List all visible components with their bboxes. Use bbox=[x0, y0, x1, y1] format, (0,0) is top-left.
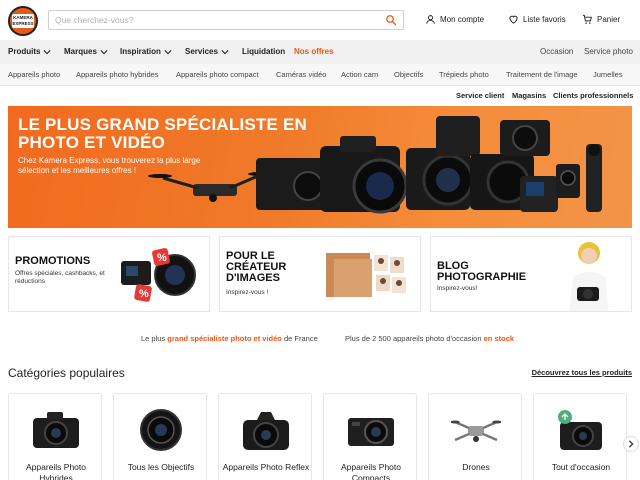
subnav-item[interactable]: Jumelles bbox=[593, 70, 623, 79]
drone-icon bbox=[451, 420, 501, 442]
photographer-image bbox=[569, 242, 609, 311]
subnav-item[interactable]: Appareils photo hybrides bbox=[76, 70, 159, 79]
nav-item-marques[interactable]: Marques bbox=[64, 47, 108, 56]
category-card-compact[interactable]: Appareils Photo Compacts bbox=[323, 393, 417, 480]
chevron-down-icon bbox=[43, 49, 52, 54]
nav-label: Nos offres bbox=[294, 47, 334, 56]
info-specialist: Le plus grand spécialiste photo et vidéo… bbox=[141, 334, 318, 343]
chevron-right-icon bbox=[628, 440, 634, 448]
promo-subtitle: Inspirez-vous ! bbox=[226, 289, 269, 296]
all-products-link[interactable]: Découvrez tous les produits bbox=[532, 368, 632, 377]
nav-service-photo[interactable]: Service photo bbox=[584, 47, 633, 56]
chevron-down-icon bbox=[164, 49, 172, 54]
cart-icon bbox=[582, 14, 592, 24]
photo-prints-image bbox=[326, 253, 406, 297]
subnav-item[interactable]: Action cam bbox=[341, 70, 378, 79]
nav-label: Marques bbox=[64, 47, 97, 56]
subnav-item[interactable]: Appareils photo bbox=[8, 70, 60, 79]
wishlist-label: Liste favoris bbox=[523, 15, 566, 24]
lens-icon bbox=[140, 409, 182, 451]
category-card-used[interactable]: Tout d'occasion bbox=[533, 393, 627, 480]
carousel-next-button[interactable] bbox=[623, 436, 639, 452]
nav-item-liquidation[interactable]: Liquidation bbox=[242, 47, 285, 56]
category-label: Tout d'occasion bbox=[551, 462, 611, 472]
nav-label: Produits bbox=[8, 47, 41, 56]
drone-illustration bbox=[148, 172, 272, 202]
subnav-item[interactable]: Appareils photo compact bbox=[176, 70, 259, 79]
camera-lineup-image bbox=[148, 116, 602, 214]
category-card-reflex[interactable]: Appareils Photo Reflex bbox=[218, 393, 312, 480]
subnav-item[interactable]: Trépieds photo bbox=[439, 70, 489, 79]
info-text: de France bbox=[283, 334, 318, 343]
sub-nav: Appareils photo Appareils photo hybrides… bbox=[0, 64, 640, 86]
compact-camera-icon bbox=[348, 418, 394, 446]
nav-item-services[interactable]: Services bbox=[185, 47, 229, 56]
promo-title: BLOG PHOTOGRAPHIE bbox=[437, 260, 527, 283]
wishlist-link[interactable]: Liste favoris bbox=[508, 14, 566, 25]
category-label: Tous les Objectifs bbox=[127, 462, 195, 472]
nav-label: Inspiration bbox=[120, 47, 161, 56]
logo-text: KAMERA EXPRESS bbox=[12, 14, 34, 28]
subnav-item[interactable]: Objectifs bbox=[394, 70, 423, 79]
mirrorless-camera-icon bbox=[33, 412, 79, 448]
promo-subtitle: Inspirez-vous! bbox=[437, 285, 478, 292]
heart-icon bbox=[509, 15, 518, 24]
category-card-hybrid[interactable]: Appareils Photo Hybrides bbox=[8, 393, 102, 480]
info-highlight: grand spécialiste photo et vidéo bbox=[167, 334, 282, 343]
promo-card-blog[interactable]: BLOG PHOTOGRAPHIE Inspirez-vous! bbox=[430, 236, 632, 312]
promo-card-creator[interactable]: POUR LE CRÉATEUR D'IMAGES Inspirez-vous … bbox=[219, 236, 421, 312]
cart-label: Panier bbox=[597, 15, 621, 24]
category-label: Appareils Photo Reflex bbox=[222, 462, 310, 472]
info-text: Plus de 2 500 appareils photo d'occasion bbox=[345, 334, 482, 343]
category-label: Drones bbox=[462, 462, 490, 472]
used-camera-icon bbox=[558, 410, 602, 450]
kamera-express-logo[interactable]: KAMERA EXPRESS bbox=[8, 6, 38, 36]
category-label: Appareils Photo Hybrides bbox=[25, 462, 86, 480]
site-header: KAMERA EXPRESS Mon compte Liste favoris … bbox=[0, 0, 640, 40]
svg-text:%: % bbox=[157, 252, 167, 264]
promo-title: PROMOTIONS bbox=[15, 255, 91, 267]
info-highlight: en stock bbox=[483, 334, 515, 343]
chevron-down-icon bbox=[100, 49, 108, 54]
categories-heading: Catégories populaires bbox=[8, 366, 125, 380]
dslr-camera-icon bbox=[243, 412, 289, 450]
nav-label: Liquidation bbox=[242, 47, 286, 56]
service-client-link[interactable]: Service client bbox=[456, 91, 504, 100]
promo-title: POUR LE CRÉATEUR D'IMAGES bbox=[226, 250, 287, 284]
search-icon[interactable] bbox=[385, 14, 397, 26]
category-label: Appareils Photo Compacts bbox=[340, 462, 401, 480]
chevron-down-icon bbox=[221, 49, 229, 54]
subnav-item[interactable]: Traitement de l'image bbox=[506, 70, 578, 79]
hero-banner[interactable]: LE PLUS GRAND SPÉCIALISTE EN PHOTO ET VI… bbox=[8, 106, 632, 228]
nav-item-produits[interactable]: Produits bbox=[8, 47, 52, 56]
main-nav: Produits Marques Inspiration Services Li… bbox=[0, 40, 640, 64]
search-input[interactable] bbox=[49, 11, 369, 29]
user-icon bbox=[426, 15, 435, 24]
svg-text:%: % bbox=[139, 288, 149, 300]
nav-item-offers[interactable]: Nos offres bbox=[294, 47, 334, 56]
info-text: Le plus bbox=[141, 334, 166, 343]
promo-subtitle: Offres spéciales, cashbacks, et réductio… bbox=[15, 270, 105, 285]
cart-link[interactable]: Panier bbox=[582, 14, 620, 25]
account-link[interactable]: Mon compte bbox=[425, 14, 484, 25]
subnav-item[interactable]: Caméras vidéo bbox=[276, 70, 326, 79]
stores-link[interactable]: Magasins bbox=[512, 91, 546, 100]
promo-card-promotions[interactable]: PROMOTIONS Offres spéciales, cashbacks, … bbox=[8, 236, 210, 312]
nav-label: Services bbox=[185, 47, 218, 56]
pro-clients-link[interactable]: Clients professionnels bbox=[553, 91, 633, 100]
account-label: Mon compte bbox=[440, 15, 485, 24]
info-used-stock: Plus de 2 500 appareils photo d'occasion… bbox=[345, 334, 514, 343]
nav-occasion[interactable]: Occasion bbox=[540, 47, 573, 56]
category-card-drones[interactable]: Drones bbox=[428, 393, 522, 480]
category-card-lenses[interactable]: Tous les Objectifs bbox=[113, 393, 207, 480]
promo-products-image: % % bbox=[121, 248, 196, 302]
search-bar bbox=[48, 10, 404, 30]
nav-item-inspiration[interactable]: Inspiration bbox=[120, 47, 172, 56]
